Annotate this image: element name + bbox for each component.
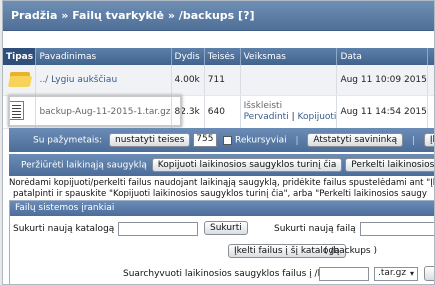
- breadcrumb-current-path[interactable]: /backups: [179, 9, 234, 22]
- instructions-line: Norėdami kopijuoti/perkelti failus naudo…: [9, 178, 434, 188]
- folder-up-icon[interactable]: [7, 70, 33, 87]
- row-select: [427, 95, 434, 129]
- table-row[interactable]: ../ Lygiu aukščiau 4.00k 711 Aug 11 10:0…: [3, 65, 434, 96]
- recursive-label: Rekursyviai: [235, 135, 287, 146]
- add-to-clipboard-button[interactable]: Įkelti į k: [423, 133, 434, 147]
- clipboard-instructions: Norėdami kopijuoti/perkelti failus naudo…: [9, 178, 434, 200]
- new-folder-input[interactable]: [118, 222, 198, 236]
- instructions-line: patalpinti ir spauskite "Kopijuoti laiki…: [13, 189, 427, 199]
- filesystem-tools-panel: Failų sistemos įrankiai Sukurti naują ka…: [9, 200, 434, 284]
- archive-extension-value: .tar.gz: [378, 268, 407, 278]
- row-name-cell: backup-Aug-11-2015-1.tar.gz: [35, 95, 172, 129]
- column-header-action[interactable]: Veiksmas: [240, 48, 338, 65]
- selection-actions-bar: Su pažymetais: nustatyti teises 755 Reku…: [9, 128, 434, 152]
- set-permissions-button[interactable]: nustatyti teises: [109, 133, 191, 147]
- breadcrumb: Pradžia » Failų tvarkyklė » /backups [?]: [3, 1, 434, 31]
- table-row[interactable]: backup-Aug-11-2015-1.tar.gz 82.3k 640 Iš…: [3, 95, 434, 129]
- breadcrumb-file-manager[interactable]: Failų tvarkyklė: [72, 9, 164, 22]
- upload-path: ( /backups ): [324, 246, 377, 256]
- panel-title: Failų sistemos įrankiai: [10, 201, 434, 216]
- clipboard-actions-bar: Peržiūrėti laikinąją saugyklą Kopijuoti …: [9, 154, 434, 176]
- row-actions: Išskleisti Pervadinti | Kopijuoti: [240, 95, 338, 129]
- row-date: Aug 11 14:54 2015: [336, 95, 428, 129]
- row-permissions: 640: [204, 95, 241, 129]
- create-folder-button[interactable]: Sukurti: [204, 221, 248, 235]
- archive-name-input[interactable]: [319, 267, 369, 281]
- column-header-permissions[interactable]: Teisės: [204, 48, 241, 65]
- row-icon-cell: [3, 95, 37, 129]
- rename-link[interactable]: Pervadinti: [244, 112, 289, 122]
- copy-clipboard-here-button[interactable]: Kopijuoti laikinosios saugyklos turinį č…: [151, 158, 343, 172]
- action-separator: |: [291, 111, 295, 122]
- recursive-checkbox[interactable]: [223, 135, 233, 145]
- archive-file-icon[interactable]: [9, 100, 24, 120]
- breadcrumb-help-bracket: ]: [249, 9, 255, 22]
- extract-link[interactable]: Išskleisti: [244, 101, 283, 111]
- parent-directory-link[interactable]: ../ Lygiu aukščiau: [39, 75, 117, 85]
- separator: |: [295, 135, 299, 146]
- move-clipboard-here-button[interactable]: Perkelti laikinosios saugyklos turinį: [345, 158, 434, 172]
- new-file-input[interactable]: [360, 222, 434, 236]
- selection-label: Su pažymetais:: [33, 135, 103, 146]
- row-icon-cell: [3, 65, 37, 96]
- reset-owner-button[interactable]: Atstatyti savininką: [307, 133, 404, 147]
- row-name-cell: ../ Lygiu aukščiau: [35, 65, 172, 96]
- create-folder-label: Sukurti naują katalogą: [13, 224, 115, 234]
- create-file-label: Sukurti naują failą: [274, 224, 356, 234]
- chevron-down-icon: ▾: [409, 269, 414, 278]
- breadcrumb-home[interactable]: Pradžia: [11, 9, 57, 22]
- row-size: 4.00k: [171, 65, 205, 96]
- file-table: Tipas Pavadinimas Dydis Teisės Veiksmas …: [3, 48, 434, 129]
- breadcrumb-separator: »: [61, 9, 69, 22]
- permissions-input[interactable]: 755: [193, 133, 218, 147]
- file-manager-window: Pradžia » Failų tvarkyklė » /backups [?]…: [2, 0, 435, 285]
- table-header-row: Tipas Pavadinimas Dydis Teisės Veiksmas …: [3, 48, 434, 65]
- breadcrumb-separator: »: [167, 9, 175, 22]
- row-date: Aug 11 10:09 2015: [336, 65, 428, 96]
- row-permissions: 711: [204, 65, 241, 96]
- archive-extension-select[interactable]: .tar.gz ▾: [374, 267, 418, 281]
- row-size: 82.3k: [171, 95, 205, 129]
- column-header-date[interactable]: Data: [336, 48, 428, 65]
- column-header-size[interactable]: Dydis: [171, 48, 205, 65]
- row-select: [427, 65, 434, 96]
- file-name-link[interactable]: backup-Aug-11-2015-1.tar.gz: [39, 107, 170, 117]
- column-header-name[interactable]: Pavadinimas: [35, 48, 172, 65]
- archive-button[interactable]: [424, 266, 434, 281]
- copy-link[interactable]: Kopijuoti: [298, 112, 337, 122]
- view-clipboard-link[interactable]: Peržiūrėti laikinąją saugyklą: [21, 161, 147, 171]
- separator: |: [411, 135, 415, 146]
- column-header-extra: [427, 48, 434, 65]
- row-actions: [240, 65, 338, 96]
- column-header-type[interactable]: Tipas: [3, 48, 37, 65]
